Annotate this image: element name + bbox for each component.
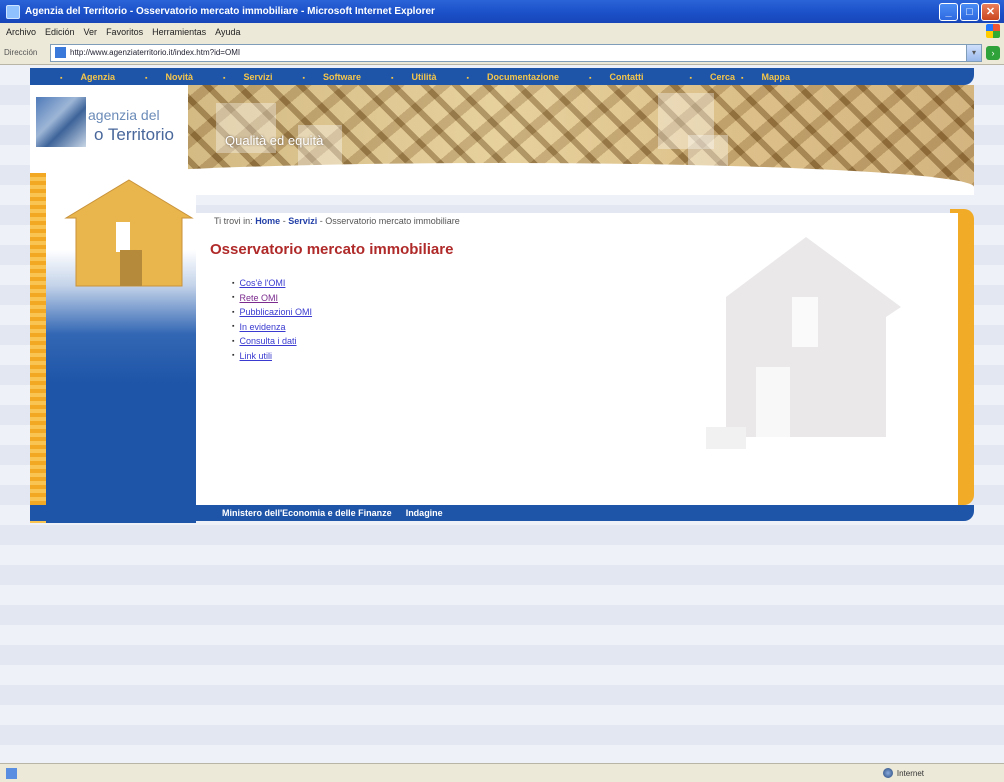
breadcrumb-prefix: Ti trovi in:	[214, 216, 253, 226]
footer-cap	[950, 505, 974, 521]
window-title: Agenzia del Territorio - Osservatorio me…	[25, 6, 435, 17]
menu-favorites[interactable]: Favoritos	[106, 27, 143, 37]
list-item: Consulta i dati	[232, 334, 312, 349]
watermark-house-icon	[706, 237, 901, 449]
address-url[interactable]: http://www.agenziaterritorio.it/index.ht…	[70, 48, 240, 57]
menu-edit[interactable]: Edición	[45, 27, 75, 37]
globe-icon	[882, 768, 893, 778]
footer-bar: Ministero dell'Economia e delle Finanze …	[30, 505, 958, 521]
breadcrumb-sep: -	[280, 216, 289, 226]
close-button[interactable]: ✕	[981, 2, 1000, 21]
main-nav: Agenzia Novità Servizi Software Utilità …	[30, 68, 974, 85]
address-bar: Dirección http://www.agenziaterritorio.i…	[0, 41, 1004, 65]
nav-cerca[interactable]: Cerca	[690, 72, 735, 82]
menu-view[interactable]: Ver	[84, 27, 98, 37]
logo-line2: o Territorio	[94, 125, 174, 144]
status-bar: Internet	[0, 763, 1004, 782]
left-orange-stripe	[30, 173, 46, 523]
puzzle-house-icon	[64, 179, 194, 287]
menu-bar: Archivo Edición Ver Favoritos Herramient…	[0, 23, 1004, 41]
page-done-icon	[6, 767, 17, 779]
window-titlebar: Agenzia del Territorio - Osservatorio me…	[0, 0, 1004, 23]
link-consulta-dati[interactable]: Consulta i dati	[239, 336, 296, 346]
security-zone: Internet	[882, 768, 924, 778]
nav-mappa[interactable]: Mappa	[741, 72, 791, 82]
link-rete-omi[interactable]: Rete OMI	[239, 293, 278, 303]
menu-tools[interactable]: Herramientas	[152, 27, 206, 37]
breadcrumb-current: Osservatorio mercato immobiliare	[325, 216, 460, 226]
address-input[interactable]: http://www.agenziaterritorio.it/index.ht…	[50, 43, 967, 62]
nav-documentazione[interactable]: Documentazione	[467, 72, 559, 82]
go-button[interactable]: ›	[986, 45, 1000, 60]
nav-contatti[interactable]: Contatti	[589, 72, 644, 82]
maximize-button[interactable]: □	[960, 2, 979, 21]
address-dropdown-button[interactable]: ▾	[966, 43, 982, 62]
web-page: Agenzia Novità Servizi Software Utilità …	[0, 65, 1004, 763]
link-in-evidenza[interactable]: In evidenza	[239, 322, 285, 332]
windows-logo-icon	[986, 24, 1000, 38]
nav-servizi[interactable]: Servizi	[223, 72, 272, 82]
nav-software[interactable]: Software	[303, 72, 361, 82]
list-item: Rete OMI	[232, 291, 312, 306]
breadcrumb-servizi[interactable]: Servizi	[288, 216, 317, 226]
list-item: In evidenza	[232, 320, 312, 335]
nav-novita[interactable]: Novità	[145, 72, 193, 82]
ie-icon	[6, 4, 20, 19]
address-label: Dirección	[4, 48, 38, 57]
menu-help[interactable]: Ayuda	[215, 27, 240, 37]
logo-line1: agenzia del	[88, 107, 160, 123]
footer-link-indagine[interactable]: Indagine	[406, 508, 443, 518]
list-item: Pubblicazioni OMI	[232, 305, 312, 320]
page-icon	[55, 47, 66, 58]
list-item: Cos'è l'OMI	[232, 276, 312, 291]
menu-file[interactable]: Archivo	[6, 27, 36, 37]
link-utili[interactable]: Link utili	[239, 351, 272, 361]
main-content: Ti trovi in: Home - Servizi - Osservator…	[196, 213, 958, 505]
zone-label: Internet	[896, 768, 924, 778]
section-links: Cos'è l'OMI Rete OMI Pubblicazioni OMI I…	[232, 276, 312, 363]
nav-utilita[interactable]: Utilità	[391, 72, 437, 82]
footer-link-ministero[interactable]: Ministero dell'Economia e delle Finanze	[222, 508, 392, 518]
logo-mark-icon	[36, 97, 86, 147]
page-title: Osservatorio mercato immobiliare	[210, 241, 454, 258]
nav-agenzia[interactable]: Agenzia	[60, 72, 115, 82]
tagline: Qualità ed equità	[225, 133, 324, 148]
breadcrumb-home[interactable]: Home	[255, 216, 280, 226]
breadcrumb: Ti trovi in: Home - Servizi - Osservator…	[214, 216, 460, 226]
link-pubblicazioni-omi[interactable]: Pubblicazioni OMI	[239, 307, 312, 317]
minimize-button[interactable]: _	[939, 2, 958, 21]
list-item: Link utili	[232, 349, 312, 364]
link-cos-e-omi[interactable]: Cos'è l'OMI	[239, 278, 285, 288]
